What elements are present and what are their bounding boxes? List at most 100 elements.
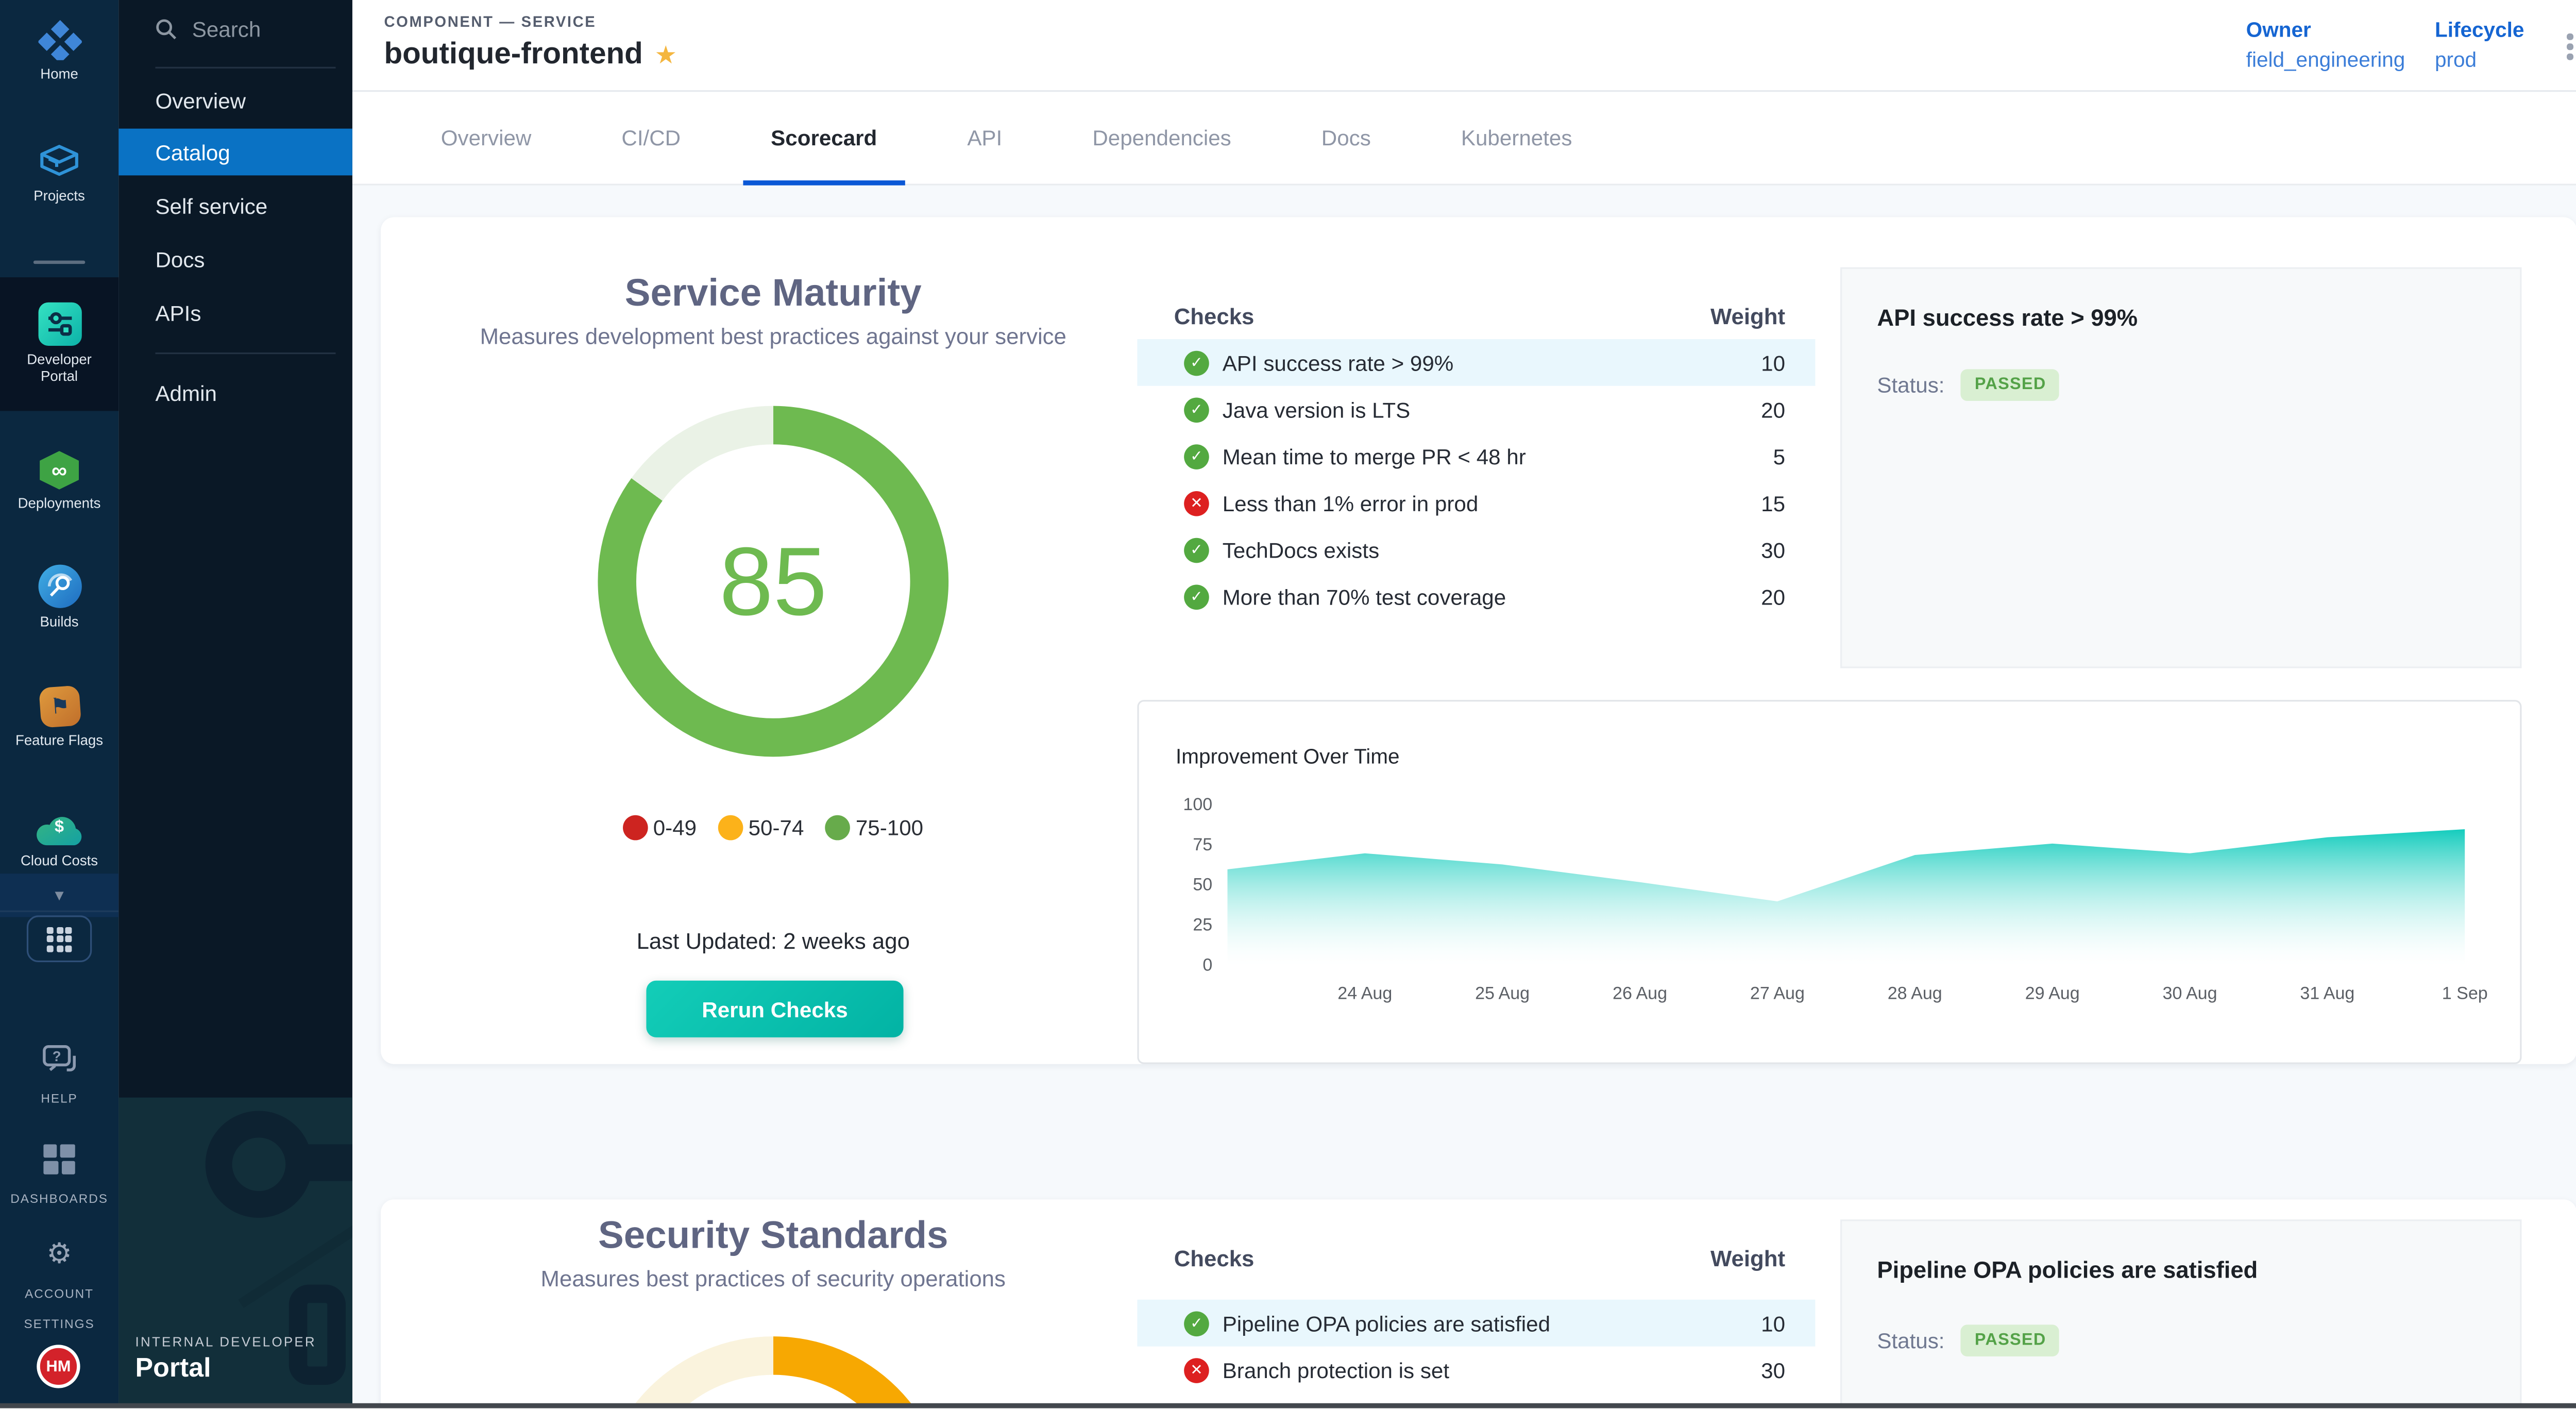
deployments-icon: ∞ [38, 451, 81, 490]
gear-icon: ⚙ [0, 1233, 118, 1276]
tab-api[interactable]: API [939, 91, 1030, 185]
tab-scorecard[interactable]: Scorecard [742, 91, 905, 185]
check-status-icon: ✕ [1184, 490, 1209, 515]
x-axis-tick-label: 29 Aug [1994, 984, 2111, 1004]
tab-cicd[interactable]: CI/CD [593, 91, 709, 185]
favorite-star-icon[interactable]: ★ [655, 39, 677, 69]
service-maturity-card: Service Maturity Measures development be… [381, 217, 2576, 1064]
owner-value[interactable]: field_engineering [2246, 45, 2405, 75]
checks-column-header: Checks [1174, 1246, 1255, 1271]
developer-portal-icon [38, 303, 81, 346]
portal-branding: INTERNAL DEVELOPER Portal [135, 1335, 316, 1385]
builds-icon [38, 565, 81, 608]
check-row[interactable]: ✓ TechDocs exists 30 [1137, 526, 1815, 573]
status-badge: PASSED [1961, 1324, 2060, 1356]
search-input[interactable]: Search [155, 16, 261, 42]
feature-flags-icon: ⚑ [38, 685, 81, 728]
check-status-icon: ✓ [1184, 1311, 1209, 1336]
scorecard-content: Service Maturity Measures development be… [352, 186, 2576, 1409]
entity-kind-breadcrumb: COMPONENT — SERVICE [384, 13, 597, 30]
tab-overview[interactable]: Overview [413, 91, 560, 185]
scorecard-subtitle: Measures best practices of security oper… [381, 1266, 1165, 1291]
improvement-chart: Improvement Over Time 100755025024 Aug25… [1137, 700, 2521, 1064]
sidebar-item-developer-portal[interactable]: Developer Portal [0, 277, 118, 411]
sidebar-divider [33, 261, 85, 264]
weight-column-header: Weight [1710, 304, 1785, 329]
status-label: Status: [1877, 1328, 1944, 1353]
check-status-icon: ✓ [1184, 397, 1209, 422]
svg-text:?: ? [52, 1047, 60, 1063]
weight-column-header: Weight [1710, 1246, 1785, 1271]
rerun-checks-button[interactable]: Rerun Checks [646, 981, 903, 1037]
y-axis-tick-label: 25 [1149, 915, 1212, 935]
search-icon [155, 19, 177, 40]
checks-column-header: Checks [1174, 304, 1255, 329]
chart-title: Improvement Over Time [1176, 745, 1400, 768]
sidebar-item-cloud-costs[interactable]: $ Cloud Costs [0, 812, 118, 868]
user-avatar[interactable]: HM [37, 1345, 80, 1388]
sidebar-item-builds[interactable]: Builds [0, 565, 118, 630]
check-status-icon: ✓ [1184, 584, 1209, 609]
window-bottom-edge [0, 1404, 2576, 1409]
cloud-costs-icon: $ [32, 812, 86, 847]
dashboards-grid-icon [0, 1137, 118, 1181]
nav-item-apis[interactable]: APIs [118, 289, 352, 336]
lifecycle-value: prod [2435, 45, 2524, 75]
lifecycle-label: Lifecycle [2435, 15, 2524, 45]
security-score-donut [598, 1336, 948, 1409]
tab-dependencies[interactable]: Dependencies [1064, 91, 1260, 185]
x-axis-tick-label: 27 Aug [1719, 984, 1836, 1004]
x-axis-tick-label: 28 Aug [1856, 984, 1973, 1004]
legend-item: 50-74 [718, 815, 804, 841]
check-row[interactable]: ✓ Mean time to merge PR < 48 hr 5 [1137, 433, 1815, 480]
check-row[interactable]: ✓ More than 70% test coverage 20 [1137, 573, 1815, 620]
sidebar-item-home[interactable]: Home [0, 16, 118, 81]
sidebar-item-projects[interactable]: Projects [0, 139, 118, 204]
area-chart-svg [1227, 805, 2465, 965]
sidebar-item-account-settings[interactable]: ⚙ ACCOUNT SETTINGS [0, 1233, 118, 1336]
tab-kubernetes[interactable]: Kubernetes [1433, 91, 1601, 185]
check-row[interactable]: ✓ Pipeline OPA policies are satisfied 10 [1137, 1300, 1815, 1347]
check-detail-title: API success rate > 99% [1877, 304, 2138, 331]
harness-home-icon [0, 16, 118, 60]
check-status-icon: ✓ [1184, 444, 1209, 469]
status-label: Status: [1877, 373, 1944, 398]
sidebar-item-label: ACCOUNT [25, 1286, 94, 1301]
check-row[interactable]: ✕ Less than 1% error in prod 15 [1137, 479, 1815, 526]
legend-item: 0-49 [623, 815, 697, 841]
check-row[interactable]: ✕ Branch protection is set 30 [1137, 1347, 1815, 1394]
status-badge: PASSED [1961, 369, 2060, 401]
y-axis-tick-label: 100 [1149, 795, 1212, 815]
module-switcher-button[interactable] [27, 915, 92, 962]
nav-item-docs[interactable]: Docs [118, 236, 352, 282]
portal-eyebrow: INTERNAL DEVELOPER [135, 1335, 316, 1350]
sidebar-divider [0, 911, 118, 912]
x-axis-tick-label: 26 Aug [1582, 984, 1699, 1004]
sidebar-item-help[interactable]: ? HELP [0, 1037, 118, 1111]
sidebar-item-label: Projects [0, 187, 118, 204]
check-row[interactable]: ✓ Java version is LTS 20 [1137, 386, 1815, 433]
scorecard-title: Service Maturity [381, 271, 1165, 316]
x-axis-tick-label: 31 Aug [2269, 984, 2386, 1004]
sidebar-item-deployments[interactable]: ∞ Deployments [0, 451, 118, 511]
more-options-kebab-icon[interactable] [2560, 27, 2576, 66]
x-axis-tick-label: 25 Aug [1444, 984, 1561, 1004]
nav-item-self-service[interactable]: Self service [118, 182, 352, 229]
page-title: boutique-frontend [384, 37, 643, 72]
nav-item-admin[interactable]: Admin [118, 369, 352, 416]
nav-item-overview[interactable]: Overview [118, 77, 352, 124]
check-detail-title: Pipeline OPA policies are satisfied [1877, 1256, 2258, 1283]
check-row[interactable]: ✓ API success rate > 99% 10 [1137, 339, 1815, 386]
tab-docs[interactable]: Docs [1293, 91, 1399, 185]
sidebar-item-label: Feature Flags [0, 732, 118, 748]
projects-cube-icon [0, 139, 118, 182]
sidebar-item-feature-flags[interactable]: ⚑ Feature Flags [0, 686, 118, 748]
module-sidebar: Home Projects Developer Portal ∞ D [0, 0, 118, 1409]
apps-grid-icon [47, 926, 72, 951]
nav-item-catalog[interactable]: Catalog [118, 129, 352, 176]
sidebar-item-dashboards[interactable]: DASHBOARDS [0, 1137, 118, 1211]
sidebar-item-label: Home [0, 65, 118, 81]
app-root: Home Projects Developer Portal ∞ D [0, 0, 2576, 1409]
score-legend: 0-49 50-74 75-100 [381, 815, 1165, 841]
lifecycle-meta: Lifecycle prod [2435, 15, 2524, 75]
